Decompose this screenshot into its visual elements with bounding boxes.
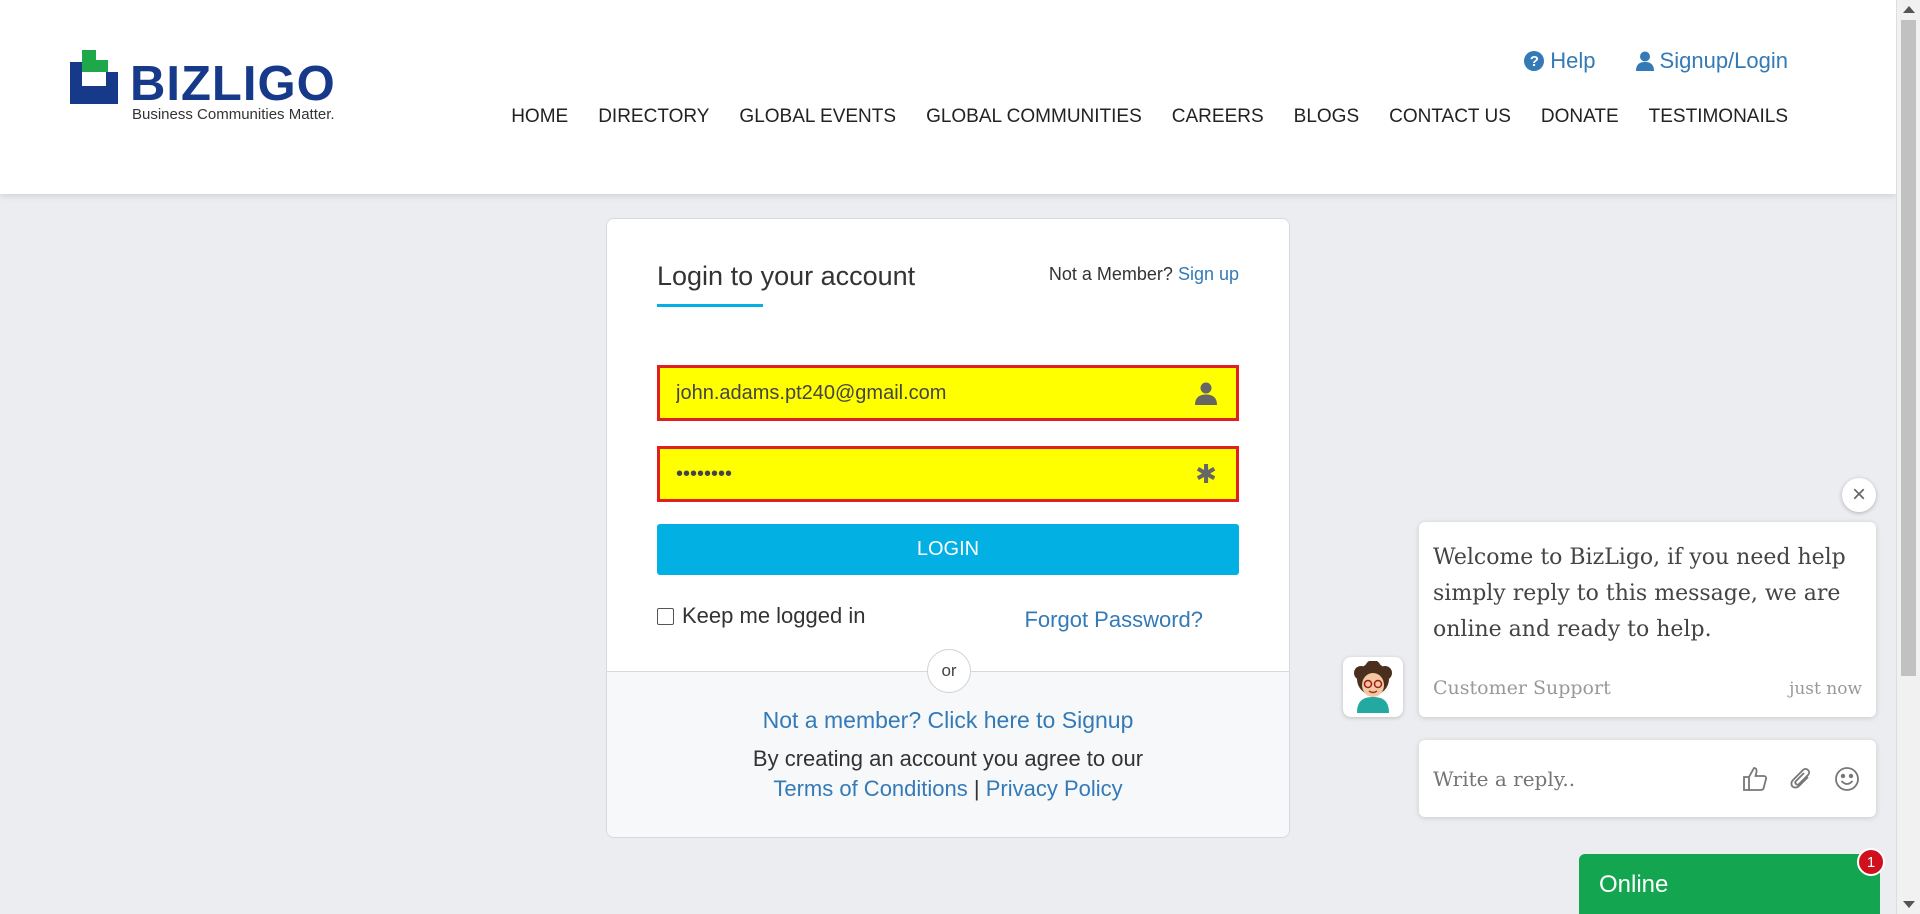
scroll-down-arrow-icon[interactable] (1903, 901, 1915, 908)
chat-reply-box (1419, 740, 1876, 817)
login-title: Login to your account (657, 261, 916, 291)
not-member-text: Not a Member? (1048, 264, 1173, 284)
nav-item-blogs[interactable]: BLOGS (1294, 106, 1359, 128)
nav-item-global-events[interactable]: GLOBAL EVENTS (739, 106, 896, 128)
scroll-up-arrow-icon[interactable] (1903, 6, 1915, 13)
chat-meta: Customer Support just now (1433, 677, 1862, 699)
legal-separator: | (973, 776, 980, 801)
nav-item-directory[interactable]: DIRECTORY (598, 106, 709, 128)
nav-item-contact-us[interactable]: CONTACT US (1389, 106, 1511, 128)
login-button[interactable]: LOGIN (657, 524, 1239, 575)
nav-item-home[interactable]: HOME (511, 106, 568, 128)
top-links: ? Help Signup/Login (1524, 48, 1788, 74)
asterisk-icon: ✱ (1195, 458, 1217, 489)
chat-message: Welcome to BizLigo, if you need help sim… (1433, 545, 1846, 642)
emoji-icon[interactable] (1832, 764, 1862, 794)
nav-item-donate[interactable]: DONATE (1541, 106, 1619, 128)
chat-agent-name: Customer Support (1433, 677, 1611, 699)
terms-link[interactable]: Terms of Conditions (773, 776, 967, 801)
signup-login-label: Signup/Login (1659, 48, 1788, 73)
logo-mark-icon (70, 50, 118, 104)
site-header: BIZLIGO Business Communities Matter. ? H… (0, 0, 1896, 194)
chat-close-button[interactable]: × (1842, 478, 1876, 512)
chat-timestamp: just now (1789, 679, 1862, 699)
nav-item-global-communities[interactable]: GLOBAL COMMUNITIES (926, 106, 1142, 128)
logo-tagline: Business Communities Matter. (132, 106, 335, 123)
chat-online-tab[interactable]: Online (1579, 854, 1880, 914)
thumbs-up-icon[interactable] (1740, 764, 1770, 794)
password-field[interactable] (676, 462, 1192, 486)
bizligo-logo[interactable]: BIZLIGO Business Communities Matter. (70, 48, 340, 128)
agent-avatar-icon (1354, 661, 1392, 713)
privacy-link[interactable]: Privacy Policy (986, 776, 1123, 801)
support-avatar (1343, 657, 1403, 717)
main-nav: HOME DIRECTORY GLOBAL EVENTS GLOBAL COMM… (511, 106, 1788, 128)
question-circle-icon: ? (1524, 51, 1545, 71)
forgot-password-link[interactable]: Forgot Password? (1024, 607, 1203, 633)
keep-logged-in-label: Keep me logged in (682, 603, 866, 628)
nav-item-careers[interactable]: CAREERS (1172, 106, 1264, 128)
unread-count-badge: 1 (1857, 848, 1885, 876)
page-scrollbar[interactable] (1896, 0, 1920, 914)
keep-logged-in-checkbox[interactable] (657, 607, 674, 625)
agree-text: By creating an account you agree to our (752, 746, 1144, 771)
help-link[interactable]: ? Help (1524, 48, 1596, 74)
user-icon (1192, 379, 1220, 407)
login-card: Login to your account Not a Member? Sign… (606, 218, 1290, 838)
or-divider: or (927, 649, 971, 693)
close-icon: × (1851, 481, 1866, 508)
email-field-wrapper (657, 365, 1239, 421)
scrollbar-thumb[interactable] (1901, 20, 1916, 676)
not-member-prompt: Not a Member? Sign up (1049, 264, 1239, 285)
chat-reply-input[interactable] (1433, 766, 1724, 791)
sign-up-link[interactable]: Sign up (1178, 264, 1239, 284)
paperclip-icon[interactable] (1786, 764, 1816, 794)
chat-message-bubble: Welcome to BizLigo, if you need help sim… (1419, 522, 1876, 717)
password-field-wrapper: ✱ (657, 446, 1239, 502)
nav-item-testimonials[interactable]: TESTIMONAILS (1649, 106, 1788, 128)
signup-link[interactable]: Not a member? Click here to Signup (607, 707, 1289, 734)
logo-wordmark: BIZLIGO (130, 57, 336, 111)
signup-login-link[interactable]: Signup/Login (1635, 48, 1788, 74)
legal-links: Terms of Conditions | Privacy Policy (607, 776, 1289, 802)
email-field[interactable] (676, 381, 1192, 405)
keep-logged-in[interactable]: Keep me logged in (657, 603, 865, 629)
title-underline (657, 304, 763, 307)
user-icon (1635, 51, 1654, 71)
help-label: Help (1550, 48, 1596, 73)
